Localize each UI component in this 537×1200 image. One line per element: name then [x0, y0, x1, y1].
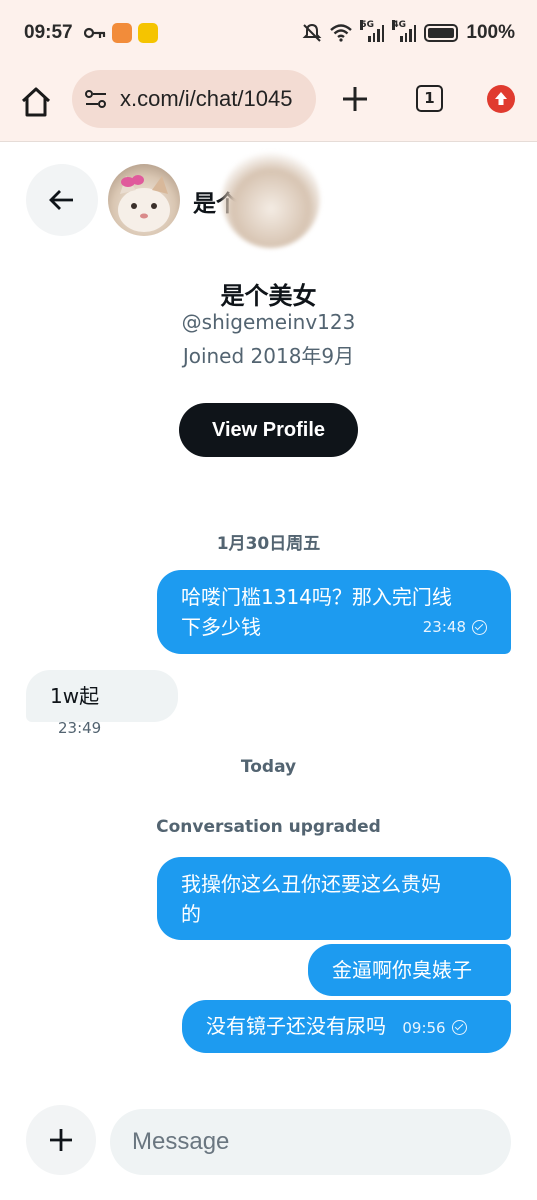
new-tab-icon[interactable] — [338, 82, 372, 116]
signal-5g-icon: 5G — [360, 20, 385, 42]
browser-update-icon[interactable] — [487, 85, 515, 113]
battery-icon — [424, 24, 459, 42]
plus-icon — [50, 1129, 72, 1151]
message-input[interactable] — [110, 1109, 511, 1175]
net-4g-label: 4G — [392, 20, 407, 30]
message-text: 我操你这么丑你还要这么贵妈 — [181, 872, 441, 896]
message-bubble-outgoing[interactable]: 没有镜子还没有尿吗 09:56 — [182, 1000, 511, 1053]
url-text: x.com/i/chat/1045 — [120, 86, 293, 111]
message-bubble-incoming[interactable]: 1w起 23:49 — [26, 670, 178, 737]
avatar[interactable] — [108, 164, 180, 236]
app-notification-icon — [112, 23, 132, 43]
profile-handle: @shigemeinv123 — [181, 310, 356, 334]
status-right-icons: 5G 4G 100% — [302, 20, 515, 44]
message-bubble-outgoing[interactable]: 金逼啊你臭婊子 — [308, 944, 511, 996]
key-icon — [84, 27, 106, 39]
read-check-icon — [451, 1020, 467, 1035]
address-bar[interactable]: x.com/i/chat/1045 — [72, 70, 316, 128]
browser-toolbar: x.com/i/chat/1045 1 — [0, 68, 537, 142]
add-attachment-button[interactable] — [26, 1105, 96, 1175]
mute-bell-icon — [302, 23, 322, 42]
status-left-icons — [84, 23, 158, 43]
net-5g-label: 5G — [360, 20, 375, 30]
message-text-cont: 的 — [181, 902, 201, 926]
message-text: 1w起 — [50, 684, 100, 708]
message-text: 没有镜子还没有尿吗 — [206, 1014, 386, 1038]
profile-name: 是个美女 — [220, 282, 317, 310]
message-bubble-outgoing[interactable]: 我操你这么丑你还要这么贵妈 的 — [157, 857, 511, 940]
back-button[interactable] — [26, 164, 98, 236]
signal-4g-icon: 4G — [392, 20, 417, 42]
cat-avatar-image — [118, 175, 170, 232]
date-separator-today: Today — [240, 757, 297, 777]
message-text-cont: 下多少钱 — [181, 615, 261, 639]
read-check-icon — [472, 619, 487, 635]
system-note: Conversation upgraded — [156, 817, 381, 837]
message-text: 哈喽门槛1314吗？那入完门线 — [181, 585, 452, 609]
site-settings-icon[interactable] — [84, 88, 108, 110]
message-meta: 09:56 — [402, 1013, 467, 1043]
app-notification-icon-2 — [138, 23, 158, 43]
status-bar: 09:57 5G 4G 100% — [0, 0, 537, 68]
message-time: 23:49 — [58, 718, 102, 737]
profile-joined-date: Joined 2018年9月 — [182, 344, 355, 368]
status-time: 09:57 — [24, 22, 73, 43]
arrow-left-icon — [49, 190, 73, 210]
message-time: 23:48 — [422, 618, 466, 636]
wifi-icon — [330, 24, 353, 42]
message-time: 09:56 — [402, 1018, 446, 1037]
blurred-avatar-overlay — [222, 150, 320, 248]
message-bubble-outgoing[interactable]: 哈喽门槛1314吗？那入完门线 下多少钱 23:48 — [157, 570, 511, 654]
battery-percent: 100% — [466, 22, 515, 43]
message-text: 金逼啊你臭婊子 — [332, 958, 472, 982]
view-profile-button[interactable]: View Profile — [179, 403, 358, 457]
message-meta: 23:48 — [423, 612, 487, 642]
home-icon[interactable] — [18, 84, 54, 120]
date-separator: 1月30日周五 — [216, 534, 321, 554]
tab-switcher-button[interactable]: 1 — [416, 85, 443, 112]
